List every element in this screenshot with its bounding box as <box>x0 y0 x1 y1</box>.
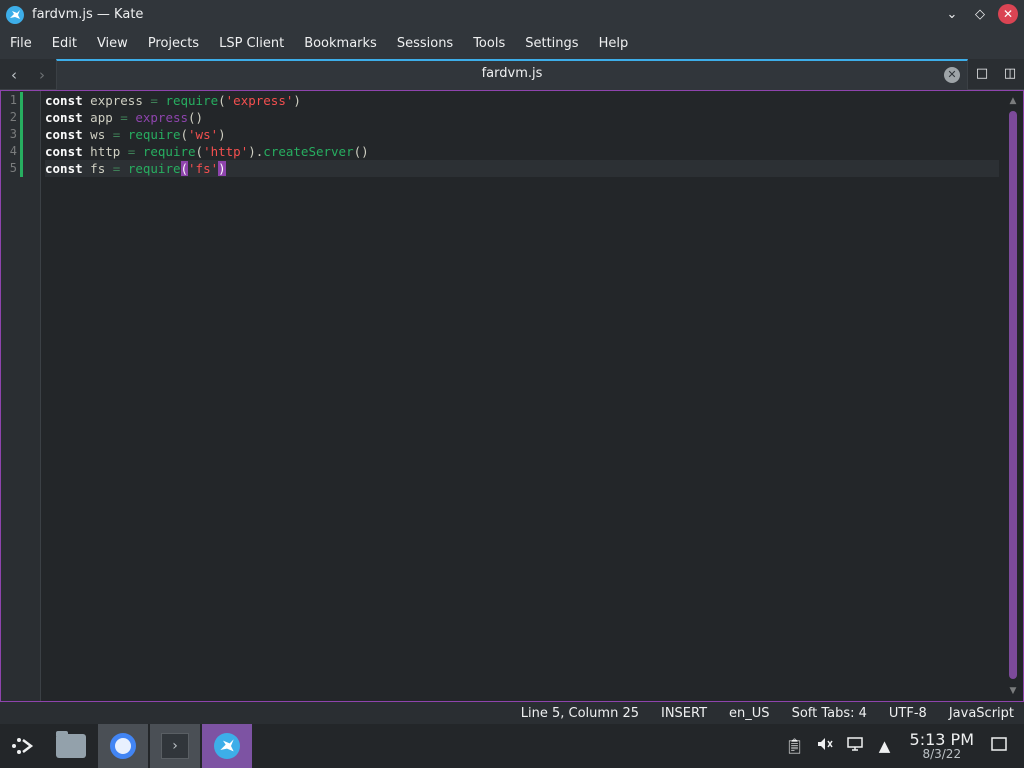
menu-projects[interactable]: Projects <box>138 29 209 59</box>
window-title: fardvm.js — Kate <box>32 7 144 22</box>
line-number-gutter: 1 2 3 4 5 <box>1 91 41 701</box>
application-launcher-icon[interactable] <box>0 724 44 768</box>
cursor-position[interactable]: Line 5, Column 25 <box>521 706 639 721</box>
taskbar: › 📋︎ ▲ 5:13 PM 8/3/22 <box>0 724 1024 768</box>
terminal-task[interactable]: › <box>150 724 200 768</box>
clock-date: 8/3/22 <box>922 747 962 761</box>
syntax-mode[interactable]: JavaScript <box>949 706 1014 721</box>
status-bar: Line 5, Column 25 INSERT en_US Soft Tabs… <box>0 702 1024 724</box>
code-line: const app = express() <box>45 110 204 125</box>
clock[interactable]: 5:13 PM 8/3/22 <box>910 731 974 761</box>
indentation-settings[interactable]: Soft Tabs: 4 <box>792 706 867 721</box>
system-tray: 📋︎ ▲ 5:13 PM 8/3/22 <box>780 724 1024 768</box>
maximize-icon[interactable]: ◇ <box>970 4 990 24</box>
menu-file[interactable]: File <box>0 29 42 59</box>
chromium-task[interactable] <box>98 724 148 768</box>
expand-tray-icon[interactable]: ▲ <box>874 735 896 757</box>
tab-close-icon[interactable]: ✕ <box>944 67 960 83</box>
clipboard-icon[interactable]: 📋︎ <box>784 735 806 757</box>
kate-icon <box>6 5 24 24</box>
network-icon[interactable] <box>844 735 866 757</box>
title-bar: fardvm.js — Kate ⌄ ◇ ✕ <box>0 0 1024 29</box>
chromium-icon <box>110 733 136 759</box>
close-icon[interactable]: ✕ <box>998 4 1018 24</box>
editor-area[interactable]: 1 2 3 4 5 const express = require('expre… <box>0 90 1024 702</box>
modified-lines-marker <box>20 92 23 177</box>
line-number: 1 <box>9 93 17 107</box>
code-line: const ws = require('ws') <box>45 127 226 142</box>
volume-muted-icon[interactable] <box>814 735 836 757</box>
clock-time: 5:13 PM <box>909 730 974 749</box>
kate-icon <box>214 733 240 759</box>
line-number: 2 <box>9 110 17 124</box>
code-line-current: const fs = require('fs') <box>45 160 999 177</box>
menu-settings[interactable]: Settings <box>515 29 588 59</box>
kate-task[interactable] <box>202 724 252 768</box>
tab-fardvm-js[interactable]: fardvm.js ✕ <box>56 59 968 90</box>
menu-sessions[interactable]: Sessions <box>387 29 463 59</box>
code-line: const express = require('express') <box>45 93 301 108</box>
menu-bookmarks[interactable]: Bookmarks <box>294 29 387 59</box>
forward-icon[interactable]: › <box>32 65 52 85</box>
menu-view[interactable]: View <box>87 29 138 59</box>
back-icon[interactable]: ‹ <box>4 65 24 85</box>
menu-bar: File Edit View Projects LSP Client Bookm… <box>0 29 1024 59</box>
code-line: const http = require('http').createServe… <box>45 144 369 159</box>
menu-tools[interactable]: Tools <box>463 29 515 59</box>
menu-edit[interactable]: Edit <box>42 29 87 59</box>
line-number: 5 <box>9 161 17 175</box>
line-number: 3 <box>9 127 17 141</box>
show-desktop-icon[interactable] <box>988 735 1010 757</box>
line-number: 4 <box>9 144 17 158</box>
scrollbar-thumb[interactable] <box>1009 111 1017 679</box>
dictionary[interactable]: en_US <box>729 706 770 721</box>
scroll-down-icon[interactable]: ▼ <box>1007 685 1019 697</box>
split-view-icon[interactable]: ◫ <box>1001 65 1019 83</box>
menu-lsp-client[interactable]: LSP Client <box>209 29 294 59</box>
menu-help[interactable]: Help <box>589 29 639 59</box>
tab-label: fardvm.js <box>481 66 543 81</box>
folder-icon <box>56 731 86 758</box>
tab-bar: ‹ › fardvm.js ✕ □ ◫ <box>0 59 1024 90</box>
encoding[interactable]: UTF-8 <box>889 706 927 721</box>
new-document-icon[interactable]: □ <box>973 65 991 83</box>
file-manager-task[interactable] <box>46 724 96 768</box>
terminal-icon: › <box>161 733 189 759</box>
vertical-scrollbar[interactable]: ▲ ▼ <box>1003 91 1023 701</box>
input-mode[interactable]: INSERT <box>661 706 707 721</box>
minimize-icon[interactable]: ⌄ <box>942 4 962 24</box>
scroll-up-icon[interactable]: ▲ <box>1007 95 1019 107</box>
